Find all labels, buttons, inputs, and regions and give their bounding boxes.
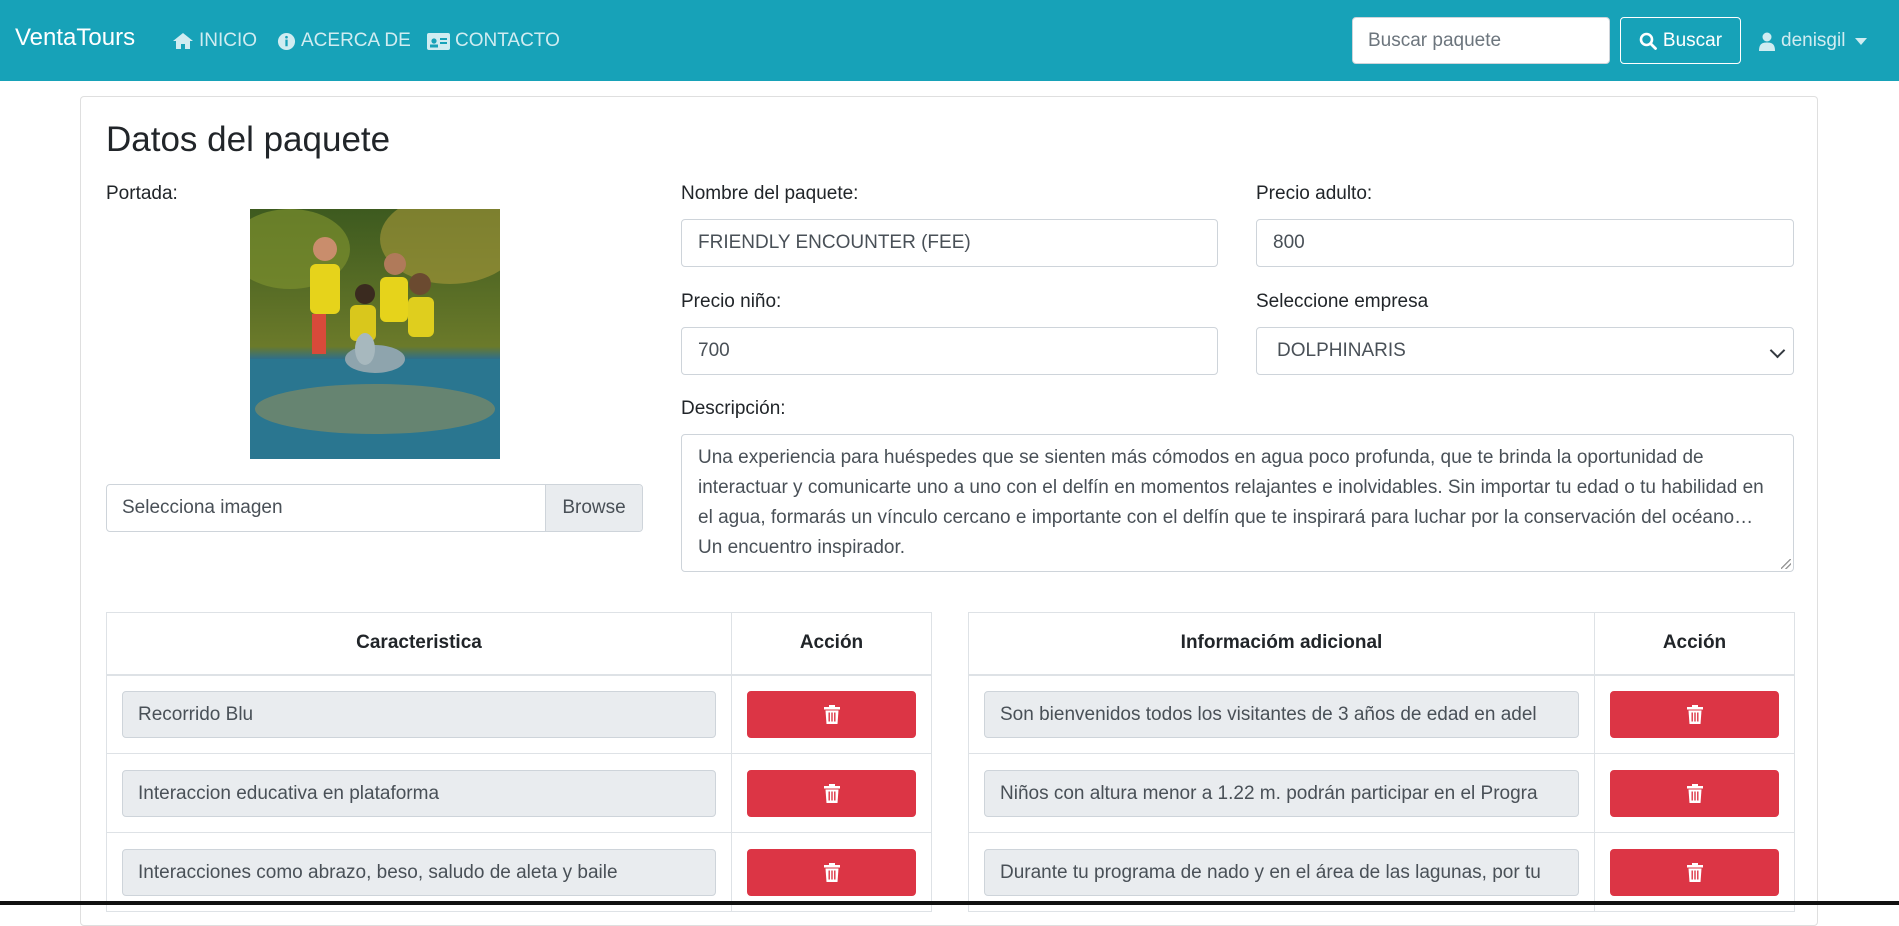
chevron-down-icon [1855, 37, 1868, 45]
info-header-info: Informacióm adicional [968, 612, 1595, 676]
table-row: Durante tu programa de nado y en el área… [968, 832, 1795, 912]
search-button-label: Buscar [1662, 29, 1723, 51]
home-icon [173, 33, 193, 49]
table-row: Son bienvenidos todos los visitantes de … [968, 674, 1795, 754]
trash-icon [823, 862, 840, 882]
username-label: denisgil [1781, 30, 1846, 51]
description-label: Descripción: [681, 398, 786, 419]
top-navbar: VentaTours INICIO ACERCA DE CONTACTO Bus… [0, 0, 1899, 81]
company-label: Seleccione empresa [1256, 291, 1429, 312]
search-button[interactable]: Buscar [1620, 17, 1741, 64]
adult-price-label: Precio adulto: [1256, 183, 1373, 204]
nav-link-label: ACERCA DE [301, 30, 411, 51]
table-row: Recorrido Blu [106, 674, 932, 754]
image-file-input[interactable]: Selecciona imagen Browse [106, 484, 643, 532]
resize-handle-icon[interactable] [1781, 559, 1791, 569]
child-price-label: Precio niño: [681, 291, 782, 312]
features-table: Caracteristica Acción Recorrido Blu Inte… [106, 612, 932, 912]
brand-logo[interactable]: VentaTours [15, 24, 135, 52]
user-icon [1759, 32, 1775, 51]
trash-icon [1686, 862, 1703, 882]
info-input[interactable]: Durante tu programa de nado y en el área… [984, 848, 1579, 896]
chevron-down-icon [1769, 342, 1786, 359]
description-text: Una experiencia para huéspedes que se si… [698, 447, 1764, 558]
delete-feature-button[interactable] [747, 848, 916, 896]
search-icon [1639, 32, 1657, 50]
info-circle-icon [277, 32, 296, 50]
delete-feature-button[interactable] [747, 690, 916, 738]
adult-price-input[interactable]: 800 [1256, 219, 1794, 267]
id-card-icon [427, 32, 450, 50]
trash-icon [1686, 704, 1703, 724]
trash-icon [823, 783, 840, 803]
features-header-action: Acción [731, 612, 932, 676]
cover-label: Portada: [106, 183, 178, 204]
nav-link-acerca[interactable]: ACERCA DE [277, 30, 411, 52]
delete-feature-button[interactable] [747, 769, 916, 817]
info-header-action: Acción [1594, 612, 1795, 676]
nav-link-contacto[interactable]: CONTACTO [427, 30, 560, 52]
nav-link-label: INICIO [199, 30, 258, 51]
trash-icon [1686, 783, 1703, 803]
info-input[interactable]: Son bienvenidos todos los visitantes de … [984, 690, 1579, 738]
file-input-label: Selecciona imagen [122, 497, 283, 518]
feature-input[interactable]: Interaccion educativa en plataforma [122, 769, 716, 817]
feature-input[interactable]: Interacciones como abrazo, beso, saludo … [122, 848, 716, 896]
nav-link-label: CONTACTO [455, 30, 560, 51]
package-name-label: Nombre del paquete: [681, 183, 859, 204]
features-header-feature: Caracteristica [106, 612, 732, 676]
description-textarea[interactable]: Una experiencia para huéspedes que se si… [681, 434, 1794, 572]
additional-info-table: Informacióm adicional Acción Son bienven… [968, 612, 1795, 912]
window-bottom-edge [0, 901, 1899, 905]
table-row: Interacciones como abrazo, beso, saludo … [106, 832, 932, 912]
delete-info-button[interactable] [1610, 848, 1779, 896]
info-input[interactable]: Niños con altura menor a 1.22 m. podrán … [984, 769, 1579, 817]
package-name-input[interactable]: FRIENDLY ENCOUNTER (FEE) [681, 219, 1218, 267]
delete-info-button[interactable] [1610, 690, 1779, 738]
nav-link-inicio[interactable]: INICIO [172, 30, 257, 52]
child-price-input[interactable]: 700 [681, 327, 1218, 375]
table-row: Niños con altura menor a 1.22 m. podrán … [968, 753, 1795, 833]
trash-icon [823, 704, 840, 724]
browse-button[interactable]: Browse [545, 485, 642, 531]
delete-info-button[interactable] [1610, 769, 1779, 817]
company-select-value: DOLPHINARIS [1277, 340, 1406, 361]
search-input[interactable] [1352, 17, 1610, 64]
table-row: Interaccion educativa en plataforma [106, 753, 932, 833]
user-dropdown[interactable]: denisgil [1759, 30, 1868, 52]
company-select[interactable]: DOLPHINARIS [1256, 327, 1794, 375]
page-title: Datos del paquete [106, 120, 391, 159]
feature-input[interactable]: Recorrido Blu [122, 690, 716, 738]
cover-image [250, 209, 500, 459]
